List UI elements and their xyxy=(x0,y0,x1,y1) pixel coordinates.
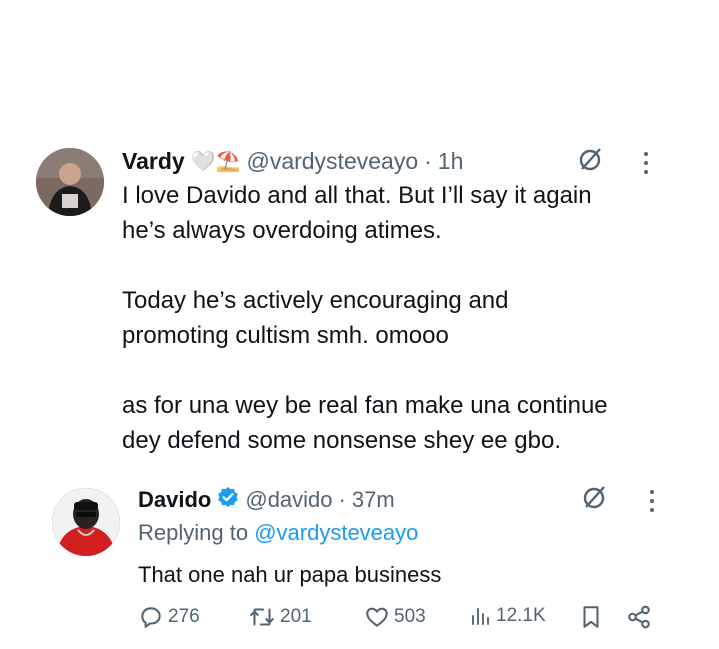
grok-icon[interactable] xyxy=(576,144,606,179)
verified-badge-icon xyxy=(217,486,239,514)
more-icon[interactable] xyxy=(650,490,654,512)
bookmark-icon xyxy=(580,604,602,630)
user-handle[interactable]: @vardysteveayo xyxy=(246,148,418,175)
views-button[interactable]: 12.1K xyxy=(470,604,546,628)
timestamp[interactable]: 37m xyxy=(352,487,395,513)
replying-handle[interactable]: @vardysteveayo xyxy=(254,520,418,545)
repost-button[interactable]: 201 xyxy=(248,604,312,630)
tweet-header: Davido @davido · 37m xyxy=(138,486,395,514)
user-handle[interactable]: @davido xyxy=(245,487,332,513)
tweet-text: That one nah ur papa business xyxy=(138,562,442,587)
tweet-davido[interactable]: Davido @davido · 37m Replying to @vardys… xyxy=(0,478,719,588)
avatar-vardy[interactable] xyxy=(36,148,104,216)
bookmark-button[interactable] xyxy=(580,604,602,630)
tweet-header: Vardy 🤍⛱️ @vardysteveayo · 1h xyxy=(122,148,463,175)
repost-count: 201 xyxy=(280,606,312,627)
separator-dot: · xyxy=(338,487,346,512)
grok-icon[interactable] xyxy=(580,482,610,517)
display-name[interactable]: Vardy xyxy=(122,148,185,175)
replying-to: Replying to @vardysteveayo xyxy=(138,520,418,546)
views-icon xyxy=(470,604,492,628)
like-count: 503 xyxy=(394,606,426,627)
avatar-davido[interactable] xyxy=(52,488,120,556)
reply-count: 276 xyxy=(168,606,200,627)
share-button[interactable] xyxy=(626,604,652,630)
tweet-vardy[interactable]: Vardy 🤍⛱️ @vardysteveayo · 1h I love Dav… xyxy=(0,140,719,470)
like-icon xyxy=(364,604,390,630)
share-icon xyxy=(626,604,652,630)
like-button[interactable]: 503 xyxy=(364,604,426,630)
reply-button[interactable]: 276 xyxy=(138,604,200,630)
action-bar: 276 201 503 12.1K xyxy=(0,604,719,634)
name-emojis: 🤍⛱️ xyxy=(190,151,241,173)
timestamp[interactable]: 1h xyxy=(438,148,464,175)
repost-icon xyxy=(248,604,276,630)
views-count: 12.1K xyxy=(496,605,546,626)
display-name[interactable]: Davido xyxy=(138,487,211,513)
more-icon[interactable] xyxy=(644,152,648,174)
reply-icon xyxy=(138,604,164,630)
tweet-text: I love Davido and all that. But I’ll say… xyxy=(122,182,608,454)
replying-prefix: Replying to xyxy=(138,520,249,545)
separator-dot: · xyxy=(424,148,432,174)
